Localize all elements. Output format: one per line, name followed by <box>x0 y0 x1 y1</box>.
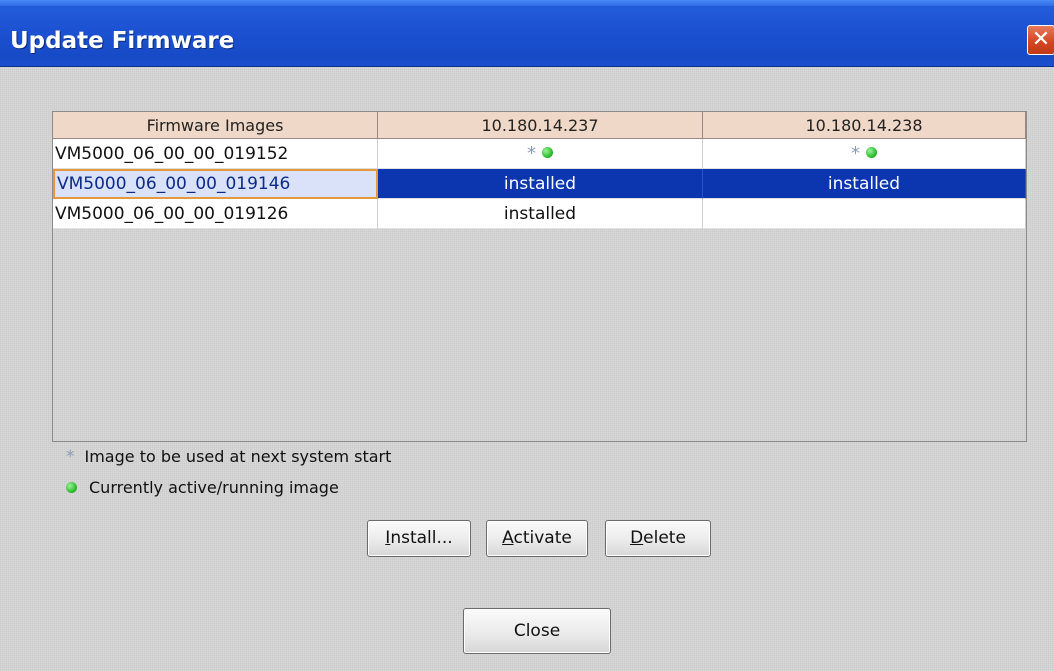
table-row-selected[interactable]: VM5000_06_00_00_019146 installed install… <box>53 169 1026 199</box>
table-header: Firmware Images 10.180.14.237 10.180.14.… <box>53 112 1026 139</box>
next-start-star-icon: * <box>527 143 536 164</box>
active-dot-icon <box>866 147 877 158</box>
next-start-star-icon: * <box>851 143 860 164</box>
activate-button[interactable]: Activate <box>486 520 588 557</box>
column-header-firmware-images[interactable]: Firmware Images <box>53 112 378 139</box>
delete-label: elete <box>643 528 686 548</box>
active-dot-icon <box>66 481 77 493</box>
firmware-image-cell[interactable]: VM5000_06_00_00_019146 <box>53 169 378 199</box>
install-label: nstall... <box>390 528 453 548</box>
close-icon: ✕ <box>1031 27 1051 52</box>
firmware-image-cell[interactable]: VM5000_06_00_00_019152 <box>53 139 378 169</box>
table-row[interactable]: VM5000_06_00_00_019152 * * <box>53 139 1026 169</box>
firmware-image-cell[interactable]: VM5000_06_00_00_019126 <box>53 199 378 229</box>
active-dot-icon <box>542 147 553 158</box>
host-238-status-cell[interactable] <box>703 199 1026 229</box>
legend-next-start-label: Image to be used at next system start <box>84 447 392 466</box>
host-238-status-cell[interactable]: * <box>703 139 1026 169</box>
host-237-status-cell[interactable]: installed <box>378 169 703 199</box>
close-window-button[interactable]: ✕ <box>1027 25 1054 55</box>
column-header-host-238[interactable]: 10.180.14.238 <box>703 112 1026 139</box>
next-start-star-icon: * <box>66 447 75 467</box>
legend-active-label: Currently active/running image <box>89 478 339 497</box>
host-238-status-cell[interactable]: installed <box>703 169 1026 199</box>
firmware-table: Firmware Images 10.180.14.237 10.180.14.… <box>52 111 1027 442</box>
column-header-host-237[interactable]: 10.180.14.237 <box>378 112 703 139</box>
activate-mnemonic: A <box>502 528 514 548</box>
host-237-status-cell[interactable]: installed <box>378 199 703 229</box>
delete-button[interactable]: Delete <box>605 520 711 557</box>
table-row[interactable]: VM5000_06_00_00_019126 installed <box>53 199 1026 229</box>
dialog-title: Update Firmware <box>10 28 235 54</box>
title-bar[interactable]: Update Firmware ✕ <box>0 0 1054 67</box>
install-button[interactable]: Install... <box>367 520 471 557</box>
close-button[interactable]: Close <box>463 608 611 654</box>
activate-label: ctivate <box>513 528 572 548</box>
title-bar-highlight <box>0 0 1054 6</box>
host-237-status-cell[interactable]: * <box>378 139 703 169</box>
legend-next-start: * Image to be used at next system start <box>66 447 391 467</box>
delete-mnemonic: D <box>630 528 644 548</box>
update-firmware-dialog: Update Firmware ✕ Firmware Images 10.180… <box>0 0 1054 671</box>
legend-active: Currently active/running image <box>66 478 339 497</box>
